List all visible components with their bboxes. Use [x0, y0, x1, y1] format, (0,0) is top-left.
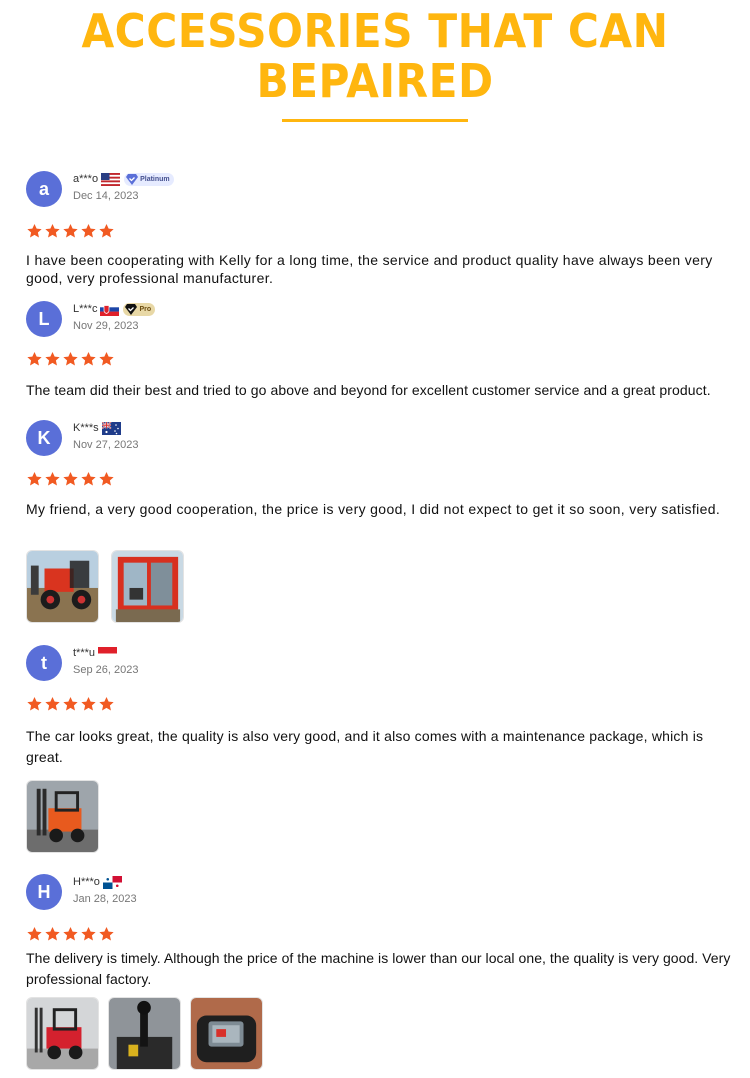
star-icon	[27, 472, 42, 486]
review-photo[interactable]	[111, 550, 184, 623]
review-photo[interactable]	[190, 997, 263, 1070]
avatar: H	[26, 874, 62, 910]
star-icon	[63, 927, 78, 941]
star-icon	[99, 472, 114, 486]
forklift-photo-image	[27, 998, 98, 1069]
star-icon	[45, 352, 60, 366]
badge-label: Platinum	[140, 175, 170, 183]
reviewer-name: t***u	[73, 647, 96, 659]
review-meta: K***s Nov 27, 2023	[73, 420, 138, 451]
review-photo[interactable]	[26, 550, 99, 623]
reviewer-name: H***o	[73, 876, 100, 888]
reviewer-name: K***s	[73, 422, 99, 434]
review-photo[interactable]	[26, 780, 99, 853]
avatar: L	[26, 301, 62, 337]
reviewer-name: a***o	[73, 173, 99, 185]
review-text: The team did their best and tried to go …	[26, 382, 711, 398]
star-icon	[81, 352, 96, 366]
page-title-line-2: BEPAIRED	[256, 54, 494, 108]
star-icon	[99, 224, 114, 238]
reviewer-name: L***c	[73, 303, 98, 315]
platinum-badge: Platinum	[124, 172, 174, 186]
forklift-photo-image	[27, 551, 98, 622]
badge-label: Pro	[139, 305, 152, 313]
forklift-cab-image	[112, 551, 183, 622]
forklift-photo-image	[27, 781, 98, 852]
review-date: Jan 28, 2023	[73, 893, 137, 905]
star-icon	[27, 927, 42, 941]
star-icon	[99, 697, 114, 711]
star-icon	[27, 352, 42, 366]
review-date: Nov 29, 2023	[73, 320, 139, 332]
review-text: The car looks great, the quality is also…	[26, 728, 704, 765]
star-icon	[63, 224, 78, 238]
review-meta: L***c Pro Nov 29, 2023	[73, 301, 156, 332]
star-icon	[81, 927, 96, 941]
star-icon	[45, 697, 60, 711]
review-date: Dec 14, 2023	[73, 190, 139, 202]
star-icon	[81, 224, 96, 238]
star-icon	[27, 697, 42, 711]
star-icon	[81, 472, 96, 486]
indonesia-flag-icon	[98, 646, 118, 660]
star-icon	[45, 472, 60, 486]
title-underline	[282, 119, 468, 122]
avatar: a	[26, 171, 62, 207]
review-date: Sep 26, 2023	[73, 664, 139, 676]
star-icon	[63, 697, 78, 711]
star-icon	[99, 352, 114, 366]
page-title-line-1: ACCESSORIES THAT CAN	[81, 4, 669, 58]
page-title: ACCESSORIES THAT CAN BEPAIRED	[0, 6, 750, 106]
star-icon	[99, 927, 114, 941]
diamond-icon	[126, 173, 139, 185]
review-date: Nov 27, 2023	[73, 439, 139, 451]
star-icon	[45, 927, 60, 941]
star-icon	[63, 472, 78, 486]
review-text: The delivery is timely. Although the pri…	[26, 950, 731, 987]
star-rating	[26, 351, 115, 367]
review-text: I have been cooperating with Kelly for a…	[26, 252, 713, 286]
avatar: t	[26, 645, 62, 681]
review-photo[interactable]	[26, 997, 99, 1070]
diamond-icon	[125, 303, 138, 315]
joystick-photo-image	[109, 998, 180, 1069]
star-icon	[63, 352, 78, 366]
slovakia-flag-icon	[100, 302, 120, 316]
review-meta: H***o Jan 28, 2023	[73, 874, 137, 905]
us-flag-icon	[101, 172, 121, 186]
star-icon	[27, 224, 42, 238]
star-rating	[26, 926, 115, 942]
review-photo[interactable]	[108, 997, 181, 1070]
review-text: My friend, a very good cooperation, the …	[26, 501, 721, 517]
star-icon	[81, 697, 96, 711]
star-rating	[26, 471, 115, 487]
australia-flag-icon	[101, 421, 121, 435]
panama-flag-icon	[102, 875, 122, 889]
review-meta: t***u Sep 26, 2023	[73, 645, 138, 676]
star-icon	[45, 224, 60, 238]
review-meta: a***o Platinum Dec 14, 2023	[73, 171, 174, 202]
star-rating	[26, 223, 115, 239]
avatar: K	[26, 420, 62, 456]
dashboard-photo-image	[191, 998, 262, 1069]
star-rating	[26, 696, 115, 712]
pro-badge: Pro	[123, 302, 156, 316]
